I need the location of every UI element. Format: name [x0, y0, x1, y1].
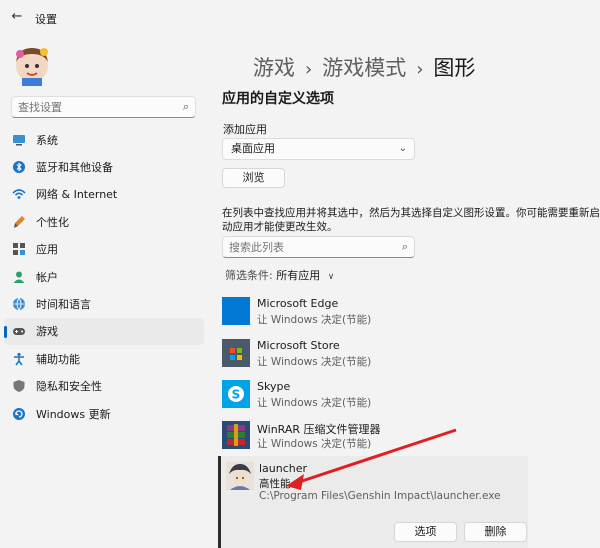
- brush-icon: [12, 215, 26, 229]
- sidebar-item-label: 网络 & Internet: [36, 188, 118, 202]
- breadcrumb-gaming[interactable]: 游戏: [253, 56, 295, 80]
- person-icon: [12, 270, 26, 284]
- chevron-down-icon: ∨: [327, 272, 335, 282]
- breadcrumb-separator: ›: [416, 59, 424, 80]
- app-list-item[interactable]: Microsoft Edge 让 Windows 决定(节能): [222, 293, 600, 333]
- filter-value: 所有应用: [276, 269, 321, 282]
- sidebar-item-label: 应用: [36, 243, 58, 257]
- sidebar-item-system[interactable]: 系统: [4, 126, 204, 153]
- gamepad-icon: [12, 324, 26, 338]
- app-graphics-preference: 高性能: [259, 478, 291, 490]
- app-name: Skype: [257, 380, 291, 393]
- sidebar-item-privacy[interactable]: 隐私和安全性: [4, 373, 204, 400]
- app-type-dropdown[interactable]: 桌面应用 ⌄: [222, 138, 415, 160]
- browse-button[interactable]: 浏览: [222, 168, 285, 188]
- sidebar-item-label: 辅助功能: [36, 352, 80, 366]
- sidebar-item-accessibility[interactable]: 辅助功能: [4, 345, 204, 372]
- app-title: 设置: [35, 13, 57, 26]
- selected-app-panel[interactable]: launcher 高性能 C:\Program Files\Genshin Im…: [218, 456, 528, 548]
- sidebar-item-windows-update[interactable]: Windows 更新: [4, 400, 204, 427]
- store-icon: [222, 339, 250, 367]
- app-list-item[interactable]: WinRAR 压缩文件管理器 让 Windows 决定(节能): [222, 417, 600, 457]
- bluetooth-icon: [12, 160, 26, 174]
- sidebar-item-label: 蓝牙和其他设备: [36, 161, 113, 175]
- sidebar-nav: 系统 蓝牙和其他设备 网络 & Internet 个性化 应用 帐户 时间和语言…: [4, 126, 204, 427]
- skype-icon: S: [222, 380, 250, 408]
- settings-search-box[interactable]: ⌕: [11, 96, 196, 118]
- accessibility-icon: [12, 352, 26, 366]
- app-graphics-preference: 让 Windows 决定(节能): [257, 356, 372, 368]
- sidebar-item-label: 时间和语言: [36, 298, 91, 312]
- breadcrumb-graphics: 图形: [433, 56, 476, 80]
- sidebar-item-label: 系统: [36, 133, 58, 147]
- sidebar-item-personalization[interactable]: 个性化: [4, 208, 204, 235]
- title-bar: ← 设置: [0, 0, 600, 32]
- breadcrumb-separator: ›: [305, 59, 313, 80]
- dropdown-value: 桌面应用: [231, 142, 275, 155]
- app-name: Microsoft Edge: [257, 297, 339, 310]
- winrar-icon: [222, 421, 250, 449]
- user-avatar[interactable]: [10, 42, 54, 86]
- filter-dropdown[interactable]: 筛选条件: 所有应用 ∨: [225, 267, 334, 283]
- app-name: launcher: [259, 462, 308, 475]
- app-name: WinRAR 压缩文件管理器: [257, 423, 381, 436]
- add-app-label: 添加应用: [223, 123, 267, 136]
- sidebar-item-label: 个性化: [36, 215, 69, 229]
- instruction-text: 在列表中查找应用并将其选中，然后为其选择自定义图形设置。你可能需要重新启动应用才…: [222, 207, 600, 233]
- sidebar-item-bluetooth[interactable]: 蓝牙和其他设备: [4, 153, 204, 180]
- app-path: C:\Program Files\Genshin Impact\launcher…: [259, 490, 501, 502]
- sidebar-item-label: 帐户: [36, 270, 58, 284]
- monitor-icon: [12, 133, 26, 147]
- app-name: Microsoft Store: [257, 339, 340, 352]
- section-title: 应用的自定义选项: [222, 91, 334, 107]
- sidebar-item-accounts[interactable]: 帐户: [4, 263, 204, 290]
- options-button[interactable]: 选项: [394, 522, 457, 542]
- breadcrumb: 游戏 › 游戏模式 › 图形: [253, 52, 475, 82]
- app-list-item[interactable]: Microsoft Store 让 Windows 决定(节能): [222, 335, 600, 375]
- wifi-icon: [12, 187, 26, 201]
- app-graphics-preference: 让 Windows 决定(节能): [257, 397, 372, 409]
- back-arrow-icon[interactable]: ←: [8, 8, 26, 26]
- genshin-character-icon: [226, 462, 254, 490]
- chevron-down-icon: ⌄: [398, 143, 407, 154]
- app-graphics-preference: 让 Windows 决定(节能): [257, 314, 372, 326]
- shield-icon: [12, 379, 26, 393]
- sidebar-item-label: 游戏: [36, 325, 58, 339]
- sidebar-item-label: 隐私和安全性: [36, 380, 102, 394]
- filter-label: 筛选条件:: [225, 269, 273, 282]
- sidebar-item-label: Windows 更新: [36, 407, 111, 421]
- svg-text:S: S: [232, 388, 241, 402]
- globe-clock-icon: [12, 297, 26, 311]
- search-icon[interactable]: ⌕: [183, 100, 189, 114]
- list-search-box[interactable]: ⌕: [222, 236, 415, 258]
- sidebar-item-apps[interactable]: 应用: [4, 236, 204, 263]
- sidebar-item-network[interactable]: 网络 & Internet: [4, 181, 204, 208]
- edge-icon: [222, 297, 250, 325]
- app-list-item[interactable]: S Skype 让 Windows 决定(节能): [222, 376, 600, 416]
- sidebar-item-time-language[interactable]: 时间和语言: [4, 290, 204, 317]
- apps-icon: [12, 242, 26, 256]
- sidebar-item-gaming[interactable]: 游戏: [4, 317, 204, 346]
- update-icon: [12, 407, 26, 421]
- breadcrumb-game-mode[interactable]: 游戏模式: [322, 56, 406, 80]
- delete-button[interactable]: 删除: [464, 522, 527, 542]
- list-search-input[interactable]: [223, 237, 393, 257]
- settings-search-input[interactable]: [12, 97, 172, 117]
- search-icon[interactable]: ⌕: [402, 240, 408, 254]
- app-graphics-preference: 让 Windows 决定(节能): [257, 438, 372, 450]
